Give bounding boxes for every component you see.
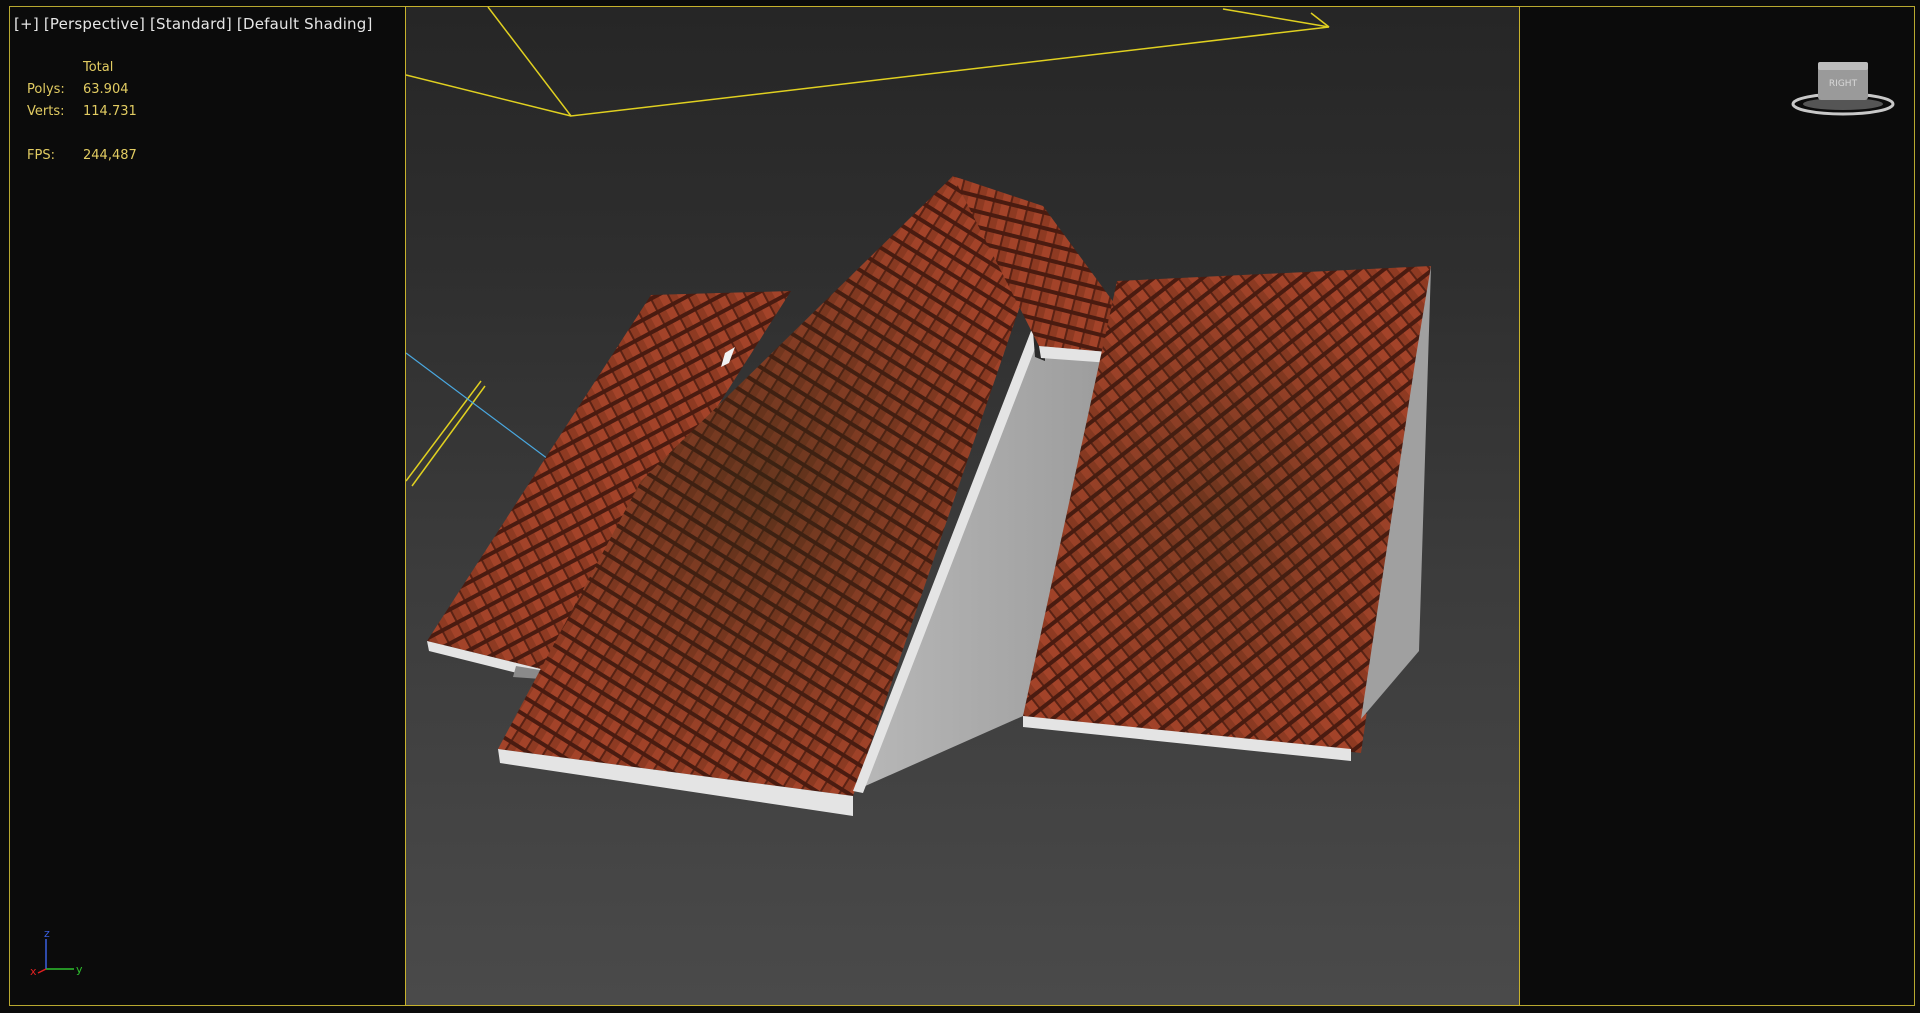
viewport-menu-pov[interactable]: [Perspective] [44, 15, 145, 33]
x-axis-label: x [30, 965, 37, 975]
stats-header: Total [83, 60, 114, 75]
z-axis-label: z [44, 927, 50, 940]
axis-tripod: z y x [30, 927, 83, 975]
viewport-label-menu[interactable]: [+] [Perspective] [Standard] [Default Sh… [14, 15, 373, 33]
verts-label: Verts: [27, 104, 65, 119]
scene-3d[interactable] [406, 7, 1520, 1006]
viewcube-face-label: RIGHT [1829, 79, 1858, 89]
viewport-menu-standard[interactable]: [Standard] [150, 15, 232, 33]
y-axis-label: y [76, 963, 83, 975]
viewport-menu-plus[interactable]: [+] [14, 15, 39, 33]
viewcube-top [1818, 62, 1868, 70]
safe-frame[interactable] [405, 6, 1520, 1006]
viewport-menu-shading[interactable]: [Default Shading] [237, 15, 373, 33]
polys-value: 63.904 [83, 82, 129, 97]
polys-label: Polys: [27, 82, 65, 97]
verts-value: 114.731 [83, 104, 137, 119]
fps-label: FPS: [27, 148, 55, 163]
viewcube-widget[interactable]: RIGHT [1788, 54, 1898, 120]
x-axis-line [37, 968, 47, 974]
fps-value: 244,487 [83, 148, 137, 163]
